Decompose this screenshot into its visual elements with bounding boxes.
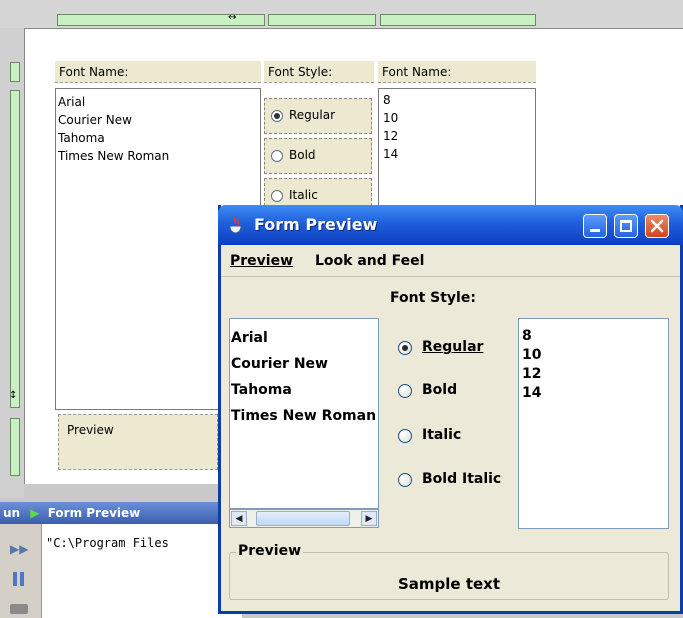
sample-text: Sample text (397, 575, 501, 593)
list-item[interactable]: 10 (522, 346, 668, 365)
window-title: Form Preview (254, 215, 378, 234)
list-item[interactable]: 12 (383, 127, 535, 145)
font-style-label: Font Style: (390, 290, 476, 306)
scroll-thumb[interactable] (256, 511, 350, 526)
scroll-right-icon[interactable]: ▶ (361, 511, 377, 526)
column-guide-2[interactable] (268, 14, 376, 26)
resize-vertical-icon[interactable]: ↕ (9, 390, 17, 401)
scroll-left-icon[interactable]: ◀ (231, 511, 247, 526)
list-item[interactable]: Tahoma (58, 129, 260, 147)
radio-icon (398, 384, 412, 398)
designer-radio-regular[interactable]: Regular (264, 98, 372, 134)
designer-size-list[interactable]: 8 10 12 14 (378, 88, 536, 206)
resize-horizontal-icon[interactable]: ↔ (228, 12, 236, 23)
list-item[interactable]: 12 (522, 365, 668, 384)
designer-radio-italic[interactable]: Italic (264, 178, 372, 206)
maximize-button[interactable] (614, 214, 638, 238)
radio-italic[interactable]: Italic (398, 426, 508, 448)
radio-icon (398, 473, 412, 487)
menu-preview[interactable]: Preview (230, 253, 293, 269)
preview-group-label: Preview (236, 543, 304, 559)
list-item[interactable]: Arial (58, 93, 260, 111)
radio-icon (271, 150, 283, 162)
radio-regular[interactable]: Regular (398, 338, 508, 360)
close-icon (650, 219, 664, 233)
output-console[interactable]: "C:\Program Files (42, 524, 242, 618)
radio-selected-icon (271, 110, 283, 122)
radio-icon (271, 190, 283, 202)
radio-icon (398, 429, 412, 443)
list-item[interactable]: Courier New (58, 111, 260, 129)
run-icon[interactable]: ▶ (30, 506, 39, 520)
radio-selected-icon (398, 341, 412, 355)
minimize-button[interactable] (583, 214, 607, 238)
list-item[interactable]: Arial (231, 325, 378, 351)
font-list-hscrollbar[interactable]: ◀ ▶ (229, 509, 379, 528)
close-button[interactable] (645, 214, 669, 238)
row-guide-3[interactable] (10, 418, 20, 476)
menu-look-and-feel[interactable]: Look and Feel (315, 253, 424, 269)
list-item[interactable]: 8 (522, 327, 668, 346)
font-name-list[interactable]: Arial Courier New Tahoma Times New Roman (229, 318, 379, 509)
list-item[interactable]: Times New Roman (231, 403, 378, 429)
maximize-icon (620, 220, 632, 232)
minimize-icon (590, 229, 600, 232)
output-titlebar[interactable]: un ▶ Form Preview (0, 502, 240, 524)
designer-header-font-name[interactable]: Font Name: (55, 61, 261, 83)
designer-header-font-size[interactable]: Font Name: (378, 61, 536, 83)
list-item[interactable]: 14 (522, 384, 668, 403)
list-item[interactable]: 14 (383, 145, 535, 163)
list-item[interactable]: Courier New (231, 351, 378, 377)
list-item[interactable]: Tahoma (231, 377, 378, 403)
rerun-icon[interactable]: ▶▶ (10, 542, 28, 556)
designer-preview-panel[interactable]: Preview (58, 414, 218, 470)
java-cup-icon (229, 216, 244, 234)
list-item[interactable]: 10 (383, 109, 535, 127)
designer-header-font-style[interactable]: Font Style: (264, 61, 374, 83)
column-guide-1[interactable]: ↔ (57, 12, 265, 26)
list-item[interactable]: 8 (383, 91, 535, 109)
list-item[interactable]: Times New Roman (58, 147, 260, 165)
row-guide-1[interactable] (10, 62, 20, 82)
column-guide-3[interactable] (380, 14, 536, 26)
designer-radio-bold[interactable]: Bold (264, 138, 372, 174)
radio-bold-italic[interactable]: Bold Italic (398, 470, 508, 492)
output-toolbar: ▶▶ (0, 524, 42, 618)
clear-icon[interactable] (10, 604, 28, 614)
window-titlebar[interactable]: Form Preview (218, 205, 683, 245)
row-guide-2[interactable] (10, 90, 20, 408)
pause-icon[interactable] (12, 572, 26, 586)
menu-bar: Preview Look and Feel (221, 245, 680, 277)
font-size-list[interactable]: 8 10 12 14 (518, 318, 669, 529)
radio-bold[interactable]: Bold (398, 381, 508, 403)
